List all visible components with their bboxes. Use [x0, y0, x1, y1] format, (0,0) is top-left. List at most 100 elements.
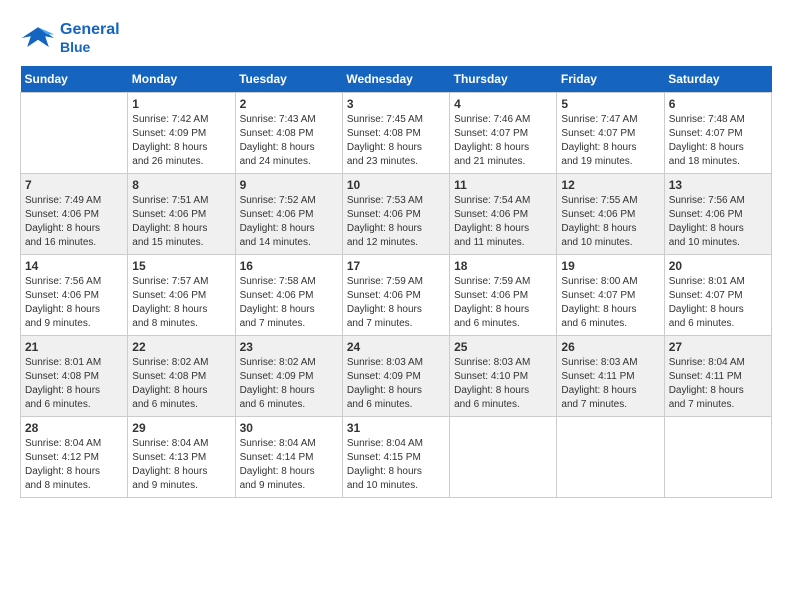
day-number: 26: [561, 340, 659, 354]
day-info: Sunrise: 7:59 AM Sunset: 4:06 PM Dayligh…: [454, 275, 552, 331]
calendar-week-row: 21Sunrise: 8:01 AM Sunset: 4:08 PM Dayli…: [21, 336, 772, 417]
weekday-header-friday: Friday: [557, 66, 664, 93]
day-info: Sunrise: 7:56 AM Sunset: 4:06 PM Dayligh…: [669, 194, 767, 250]
calendar-cell: 20 Sunrise: 8:01 AM Sunset: 4:07 PM Dayli…: [664, 255, 771, 336]
day-number: 23: [240, 340, 338, 354]
calendar-cell: 14 Sunrise: 7:56 AM Sunset: 4:06 PM Dayli…: [21, 255, 128, 336]
calendar-week-row: 14 Sunrise: 7:56 AM Sunset: 4:06 PM Dayli…: [21, 255, 772, 336]
day-number: 20: [669, 259, 767, 273]
weekday-header-row: SundayMondayTuesdayWednesdayThursdayFrid…: [21, 66, 772, 93]
day-number: 1: [132, 97, 230, 111]
day-info: Sunrise: 8:03 AM Sunset: 4:10 PM Dayligh…: [454, 356, 552, 412]
day-info: Sunrise: 8:03 AM Sunset: 4:11 PM Dayligh…: [561, 356, 659, 412]
logo-bird-icon: [20, 20, 56, 56]
calendar-cell: 7Sunrise: 7:49 AM Sunset: 4:06 PM Daylig…: [21, 174, 128, 255]
day-info: Sunrise: 8:03 AM Sunset: 4:09 PM Dayligh…: [347, 356, 445, 412]
calendar-cell: 11 Sunrise: 7:54 AM Sunset: 4:06 PM Dayli…: [450, 174, 557, 255]
day-info: Sunrise: 8:04 AM Sunset: 4:11 PM Dayligh…: [669, 356, 767, 412]
day-number: 9: [240, 178, 338, 192]
calendar-cell: 23Sunrise: 8:02 AM Sunset: 4:09 PM Dayli…: [235, 336, 342, 417]
day-number: 24: [347, 340, 445, 354]
day-number: 11: [454, 178, 552, 192]
day-number: 25: [454, 340, 552, 354]
day-info: Sunrise: 7:54 AM Sunset: 4:06 PM Dayligh…: [454, 194, 552, 250]
page-header: General Blue: [20, 20, 772, 56]
day-number: 30: [240, 421, 338, 435]
day-info: Sunrise: 8:01 AM Sunset: 4:07 PM Dayligh…: [669, 275, 767, 331]
day-number: 4: [454, 97, 552, 111]
calendar-cell: 24 Sunrise: 8:03 AM Sunset: 4:09 PM Dayli…: [342, 336, 449, 417]
calendar-cell: 19 Sunrise: 8:00 AM Sunset: 4:07 PM Dayli…: [557, 255, 664, 336]
day-info: Sunrise: 7:45 AM Sunset: 4:08 PM Dayligh…: [347, 113, 445, 169]
calendar-body: 1 Sunrise: 7:42 AM Sunset: 4:09 PM Daylig…: [21, 93, 772, 498]
day-info: Sunrise: 7:51 AM Sunset: 4:06 PM Dayligh…: [132, 194, 230, 250]
day-info: Sunrise: 7:58 AM Sunset: 4:06 PM Dayligh…: [240, 275, 338, 331]
calendar-cell: 13Sunrise: 7:56 AM Sunset: 4:06 PM Dayli…: [664, 174, 771, 255]
calendar-cell: [450, 417, 557, 498]
day-info: Sunrise: 8:04 AM Sunset: 4:14 PM Dayligh…: [240, 437, 338, 493]
day-number: 31: [347, 421, 445, 435]
day-number: 3: [347, 97, 445, 111]
day-number: 14: [25, 259, 123, 273]
day-info: Sunrise: 8:04 AM Sunset: 4:12 PM Dayligh…: [25, 437, 123, 493]
calendar-cell: [664, 417, 771, 498]
calendar-cell: 15 Sunrise: 7:57 AM Sunset: 4:06 PM Dayli…: [128, 255, 235, 336]
calendar-cell: 3 Sunrise: 7:45 AM Sunset: 4:08 PM Daylig…: [342, 93, 449, 174]
day-number: 8: [132, 178, 230, 192]
calendar-cell: 12 Sunrise: 7:55 AM Sunset: 4:06 PM Dayli…: [557, 174, 664, 255]
day-info: Sunrise: 8:04 AM Sunset: 4:13 PM Dayligh…: [132, 437, 230, 493]
calendar-cell: 26 Sunrise: 8:03 AM Sunset: 4:11 PM Dayli…: [557, 336, 664, 417]
day-info: Sunrise: 7:46 AM Sunset: 4:07 PM Dayligh…: [454, 113, 552, 169]
calendar-header: SundayMondayTuesdayWednesdayThursdayFrid…: [21, 66, 772, 93]
day-number: 16: [240, 259, 338, 273]
calendar-cell: 28 Sunrise: 8:04 AM Sunset: 4:12 PM Dayli…: [21, 417, 128, 498]
calendar-cell: 2Sunrise: 7:43 AM Sunset: 4:08 PM Daylig…: [235, 93, 342, 174]
calendar-cell: 18 Sunrise: 7:59 AM Sunset: 4:06 PM Dayli…: [450, 255, 557, 336]
logo-text: General Blue: [60, 21, 120, 55]
day-info: Sunrise: 7:56 AM Sunset: 4:06 PM Dayligh…: [25, 275, 123, 331]
day-number: 6: [669, 97, 767, 111]
weekday-header-tuesday: Tuesday: [235, 66, 342, 93]
calendar-week-row: 1 Sunrise: 7:42 AM Sunset: 4:09 PM Daylig…: [21, 93, 772, 174]
day-info: Sunrise: 7:47 AM Sunset: 4:07 PM Dayligh…: [561, 113, 659, 169]
calendar-cell: 8 Sunrise: 7:51 AM Sunset: 4:06 PM Daylig…: [128, 174, 235, 255]
day-info: Sunrise: 8:02 AM Sunset: 4:08 PM Dayligh…: [132, 356, 230, 412]
calendar-cell: 25 Sunrise: 8:03 AM Sunset: 4:10 PM Dayli…: [450, 336, 557, 417]
calendar-table: SundayMondayTuesdayWednesdayThursdayFrid…: [20, 66, 772, 498]
calendar-cell: 30 Sunrise: 8:04 AM Sunset: 4:14 PM Dayli…: [235, 417, 342, 498]
day-number: 29: [132, 421, 230, 435]
calendar-cell: 16 Sunrise: 7:58 AM Sunset: 4:06 PM Dayli…: [235, 255, 342, 336]
calendar-cell: 6 Sunrise: 7:48 AM Sunset: 4:07 PM Daylig…: [664, 93, 771, 174]
day-info: Sunrise: 8:00 AM Sunset: 4:07 PM Dayligh…: [561, 275, 659, 331]
calendar-cell: 5 Sunrise: 7:47 AM Sunset: 4:07 PM Daylig…: [557, 93, 664, 174]
weekday-header-monday: Monday: [128, 66, 235, 93]
day-number: 28: [25, 421, 123, 435]
calendar-cell: 1 Sunrise: 7:42 AM Sunset: 4:09 PM Daylig…: [128, 93, 235, 174]
calendar-cell: 17Sunrise: 7:59 AM Sunset: 4:06 PM Dayli…: [342, 255, 449, 336]
calendar-cell: 21Sunrise: 8:01 AM Sunset: 4:08 PM Dayli…: [21, 336, 128, 417]
calendar-cell: 29 Sunrise: 8:04 AM Sunset: 4:13 PM Dayli…: [128, 417, 235, 498]
day-number: 15: [132, 259, 230, 273]
calendar-cell: [557, 417, 664, 498]
day-number: 21: [25, 340, 123, 354]
weekday-header-thursday: Thursday: [450, 66, 557, 93]
day-number: 18: [454, 259, 552, 273]
day-number: 12: [561, 178, 659, 192]
day-info: Sunrise: 7:42 AM Sunset: 4:09 PM Dayligh…: [132, 113, 230, 169]
calendar-cell: 4 Sunrise: 7:46 AM Sunset: 4:07 PM Daylig…: [450, 93, 557, 174]
day-number: 5: [561, 97, 659, 111]
day-number: 22: [132, 340, 230, 354]
calendar-week-row: 28 Sunrise: 8:04 AM Sunset: 4:12 PM Dayli…: [21, 417, 772, 498]
day-info: Sunrise: 8:04 AM Sunset: 4:15 PM Dayligh…: [347, 437, 445, 493]
calendar-cell: 9Sunrise: 7:52 AM Sunset: 4:06 PM Daylig…: [235, 174, 342, 255]
calendar-cell: 31 Sunrise: 8:04 AM Sunset: 4:15 PM Dayli…: [342, 417, 449, 498]
day-info: Sunrise: 7:53 AM Sunset: 4:06 PM Dayligh…: [347, 194, 445, 250]
day-number: 19: [561, 259, 659, 273]
day-info: Sunrise: 7:48 AM Sunset: 4:07 PM Dayligh…: [669, 113, 767, 169]
day-info: Sunrise: 7:55 AM Sunset: 4:06 PM Dayligh…: [561, 194, 659, 250]
calendar-week-row: 7Sunrise: 7:49 AM Sunset: 4:06 PM Daylig…: [21, 174, 772, 255]
day-number: 2: [240, 97, 338, 111]
calendar-cell: 10Sunrise: 7:53 AM Sunset: 4:06 PM Dayli…: [342, 174, 449, 255]
day-info: Sunrise: 7:59 AM Sunset: 4:06 PM Dayligh…: [347, 275, 445, 331]
day-info: Sunrise: 7:57 AM Sunset: 4:06 PM Dayligh…: [132, 275, 230, 331]
